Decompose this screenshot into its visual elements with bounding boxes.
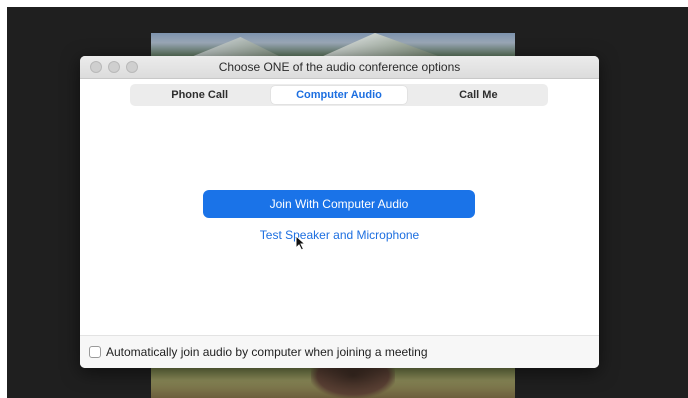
title-bar: Choose ONE of the audio conference optio… [80, 56, 599, 79]
screen-background: Choose ONE of the audio conference optio… [7, 7, 688, 398]
tab-phone-call[interactable]: Phone Call [132, 86, 267, 104]
window-title: Choose ONE of the audio conference optio… [218, 60, 461, 74]
dialog-footer: Automatically join audio by computer whe… [80, 335, 599, 368]
video-feed-top [151, 33, 515, 57]
audio-options-dialog: Choose ONE of the audio conference optio… [80, 56, 599, 368]
tab-computer-audio[interactable]: Computer Audio [271, 86, 407, 104]
auto-join-checkbox[interactable] [89, 346, 101, 358]
test-speaker-microphone-link[interactable]: Test Speaker and Microphone [80, 228, 599, 242]
audio-option-tabs: Phone Call Computer Audio Call Me [130, 84, 548, 106]
join-with-computer-audio-button[interactable]: Join With Computer Audio [203, 190, 475, 218]
mountain-shape [321, 33, 441, 57]
tab-call-me[interactable]: Call Me [411, 86, 546, 104]
video-person [311, 366, 395, 398]
mountain-shape [191, 37, 281, 57]
mouse-cursor-icon [295, 235, 307, 251]
auto-join-label[interactable]: Automatically join audio by computer whe… [106, 345, 428, 359]
